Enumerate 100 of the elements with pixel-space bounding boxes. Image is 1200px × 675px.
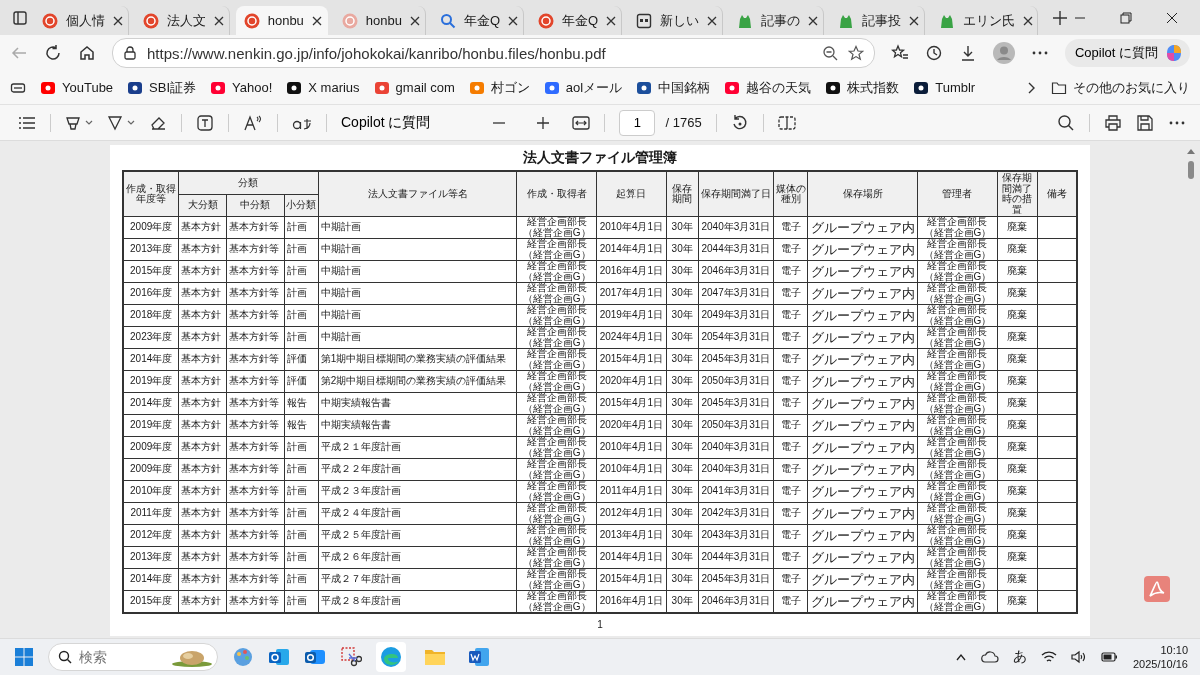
contents-icon[interactable] bbox=[18, 114, 36, 131]
zoom-icon[interactable] bbox=[821, 45, 838, 61]
bookmark[interactable]: X marius bbox=[286, 79, 360, 96]
close-icon[interactable] bbox=[409, 15, 420, 26]
table-cell: 2049年3月31日 bbox=[698, 304, 774, 327]
table-cell: 基本方針 bbox=[178, 590, 227, 613]
tab-actions-icon[interactable] bbox=[12, 9, 28, 26]
star-icon[interactable] bbox=[847, 45, 864, 61]
browser-tab[interactable]: 個人情 bbox=[34, 6, 129, 35]
other-favorites-folder[interactable]: その他のお気に入り bbox=[1051, 78, 1190, 97]
table-cell: 2014年度 bbox=[123, 392, 179, 415]
close-icon[interactable] bbox=[311, 15, 322, 26]
table-cell: 中期計画 bbox=[318, 326, 517, 349]
new-tab-icon[interactable] bbox=[1051, 9, 1068, 26]
start-icon[interactable] bbox=[14, 647, 34, 667]
palette-icon[interactable] bbox=[232, 646, 254, 668]
zoom-in-icon[interactable] bbox=[536, 115, 551, 130]
site-info-icon[interactable] bbox=[123, 46, 137, 60]
taskbar-search-field[interactable]: 検索 bbox=[48, 643, 218, 671]
clock-date[interactable]: 2025/10/16 bbox=[1132, 657, 1188, 671]
search-icon[interactable] bbox=[1057, 113, 1075, 132]
mail-app-icon[interactable] bbox=[268, 646, 290, 668]
bookmark[interactable]: gmail com bbox=[373, 79, 455, 96]
table-cell: グループウェア内 bbox=[807, 326, 918, 349]
print-icon[interactable] bbox=[1104, 113, 1122, 132]
table-cell: 報告 bbox=[284, 414, 319, 437]
scroll-up-icon[interactable] bbox=[1186, 147, 1196, 155]
pen-icon[interactable] bbox=[107, 114, 135, 131]
edge-browser-icon[interactable] bbox=[380, 646, 402, 668]
table-cell: グループウェア内 bbox=[807, 568, 918, 591]
close-icon[interactable] bbox=[606, 15, 617, 26]
table-cell: 基本方針 bbox=[178, 392, 227, 415]
restore-icon[interactable] bbox=[1120, 11, 1132, 24]
browser-tab[interactable]: エリン氏 bbox=[930, 6, 1038, 35]
close-icon[interactable] bbox=[113, 15, 123, 26]
table-cell: 計画 bbox=[284, 216, 319, 239]
browser-tab[interactable]: honbu bbox=[235, 6, 328, 35]
text-box-icon[interactable] bbox=[196, 113, 214, 132]
scrollbar-thumb[interactable] bbox=[1188, 161, 1194, 179]
close-icon[interactable] bbox=[707, 15, 718, 26]
pdf-badge-icon[interactable] bbox=[1144, 576, 1170, 602]
history-icon[interactable] bbox=[924, 44, 943, 62]
copilot-ask-button[interactable]: Copilot に質問 bbox=[341, 113, 471, 132]
page-view-icon[interactable] bbox=[777, 114, 796, 131]
browser-tab[interactable]: 年金Q bbox=[530, 6, 623, 35]
bookmark[interactable]: 株式指数 bbox=[825, 78, 900, 97]
avatar-icon[interactable] bbox=[992, 42, 1015, 64]
speaker-icon[interactable] bbox=[1070, 650, 1087, 664]
browser-tab[interactable]: 記事投 bbox=[829, 6, 925, 35]
clock-time[interactable]: 10:10 bbox=[1160, 643, 1188, 657]
close-icon[interactable] bbox=[807, 15, 818, 26]
cloud-icon[interactable] bbox=[980, 650, 999, 664]
table-cell: 30年 bbox=[666, 348, 699, 371]
chevron-up-icon[interactable] bbox=[954, 652, 967, 662]
browser-tab[interactable]: 新しい bbox=[628, 6, 723, 35]
highlighter-icon[interactable] bbox=[65, 114, 93, 131]
close-icon[interactable] bbox=[508, 15, 519, 26]
table-cell: 電子 bbox=[773, 304, 808, 327]
bookmark[interactable]: aolメール bbox=[543, 78, 623, 97]
table-cell: 2013年度 bbox=[123, 546, 179, 569]
address-bar[interactable]: https://www.nenkin.go.jp/info/johokokai/kanribo/honbu.files/honbu.pdf bbox=[112, 38, 875, 68]
table-cell: 計画 bbox=[284, 590, 319, 613]
table-cell: 経営企画部長（経営企画G） bbox=[516, 326, 597, 349]
save-icon[interactable] bbox=[1136, 113, 1154, 132]
browser-tab[interactable]: honbu bbox=[333, 6, 426, 35]
word-icon[interactable] bbox=[468, 646, 490, 668]
browser-tab[interactable]: 年金Q bbox=[431, 6, 524, 35]
rotate-icon[interactable] bbox=[730, 113, 749, 132]
table-cell: 2012年4月1日 bbox=[596, 502, 667, 525]
page-number-field[interactable]: 1 bbox=[619, 109, 656, 136]
bookmark[interactable]: 村ゴン bbox=[468, 78, 530, 97]
table-cell: 2011年度 bbox=[123, 502, 179, 525]
snipping-tool-icon[interactable] bbox=[340, 646, 362, 668]
bookmark[interactable]: Yahoo! bbox=[210, 79, 273, 96]
browser-tab[interactable]: 記事の bbox=[728, 6, 824, 35]
url-text: https://www.nenkin.go.jp/info/johokokai/kanribo/honbu.files/honbu.pdf bbox=[147, 44, 607, 62]
bookmark[interactable]: 中国銘柄 bbox=[636, 78, 711, 97]
bookmark[interactable]: 越谷の天気 bbox=[724, 78, 812, 97]
table-cell: 評価 bbox=[284, 348, 319, 371]
battery-icon[interactable] bbox=[1100, 650, 1119, 664]
table-cell: 基本方針 bbox=[178, 216, 227, 239]
browser-tab[interactable]: 法人文 bbox=[134, 6, 230, 35]
home-icon[interactable] bbox=[78, 44, 96, 62]
table-cell: 経営企画部長（経営企画G） bbox=[917, 370, 998, 393]
ime-indicator[interactable]: あ bbox=[1012, 648, 1027, 666]
bookmark[interactable]: Tumblr bbox=[913, 79, 976, 96]
read-aloud-icon[interactable] bbox=[243, 113, 263, 132]
bookmark[interactable]: SBI証券 bbox=[127, 78, 197, 97]
table-cell: グループウェア内 bbox=[807, 216, 918, 239]
bookmark[interactable]: YouTube bbox=[40, 79, 114, 96]
favorites-icon[interactable] bbox=[890, 44, 909, 62]
close-icon[interactable] bbox=[908, 15, 919, 26]
refresh-icon[interactable] bbox=[44, 44, 62, 62]
wifi-icon[interactable] bbox=[1040, 650, 1057, 664]
copilot-button[interactable]: Copilot に質問 bbox=[1064, 39, 1190, 67]
table-cell: 計画 bbox=[284, 304, 319, 327]
close-icon[interactable] bbox=[1166, 11, 1178, 24]
close-icon[interactable] bbox=[1022, 15, 1033, 26]
close-icon[interactable] bbox=[213, 15, 224, 26]
fit-width-icon[interactable] bbox=[572, 114, 591, 131]
